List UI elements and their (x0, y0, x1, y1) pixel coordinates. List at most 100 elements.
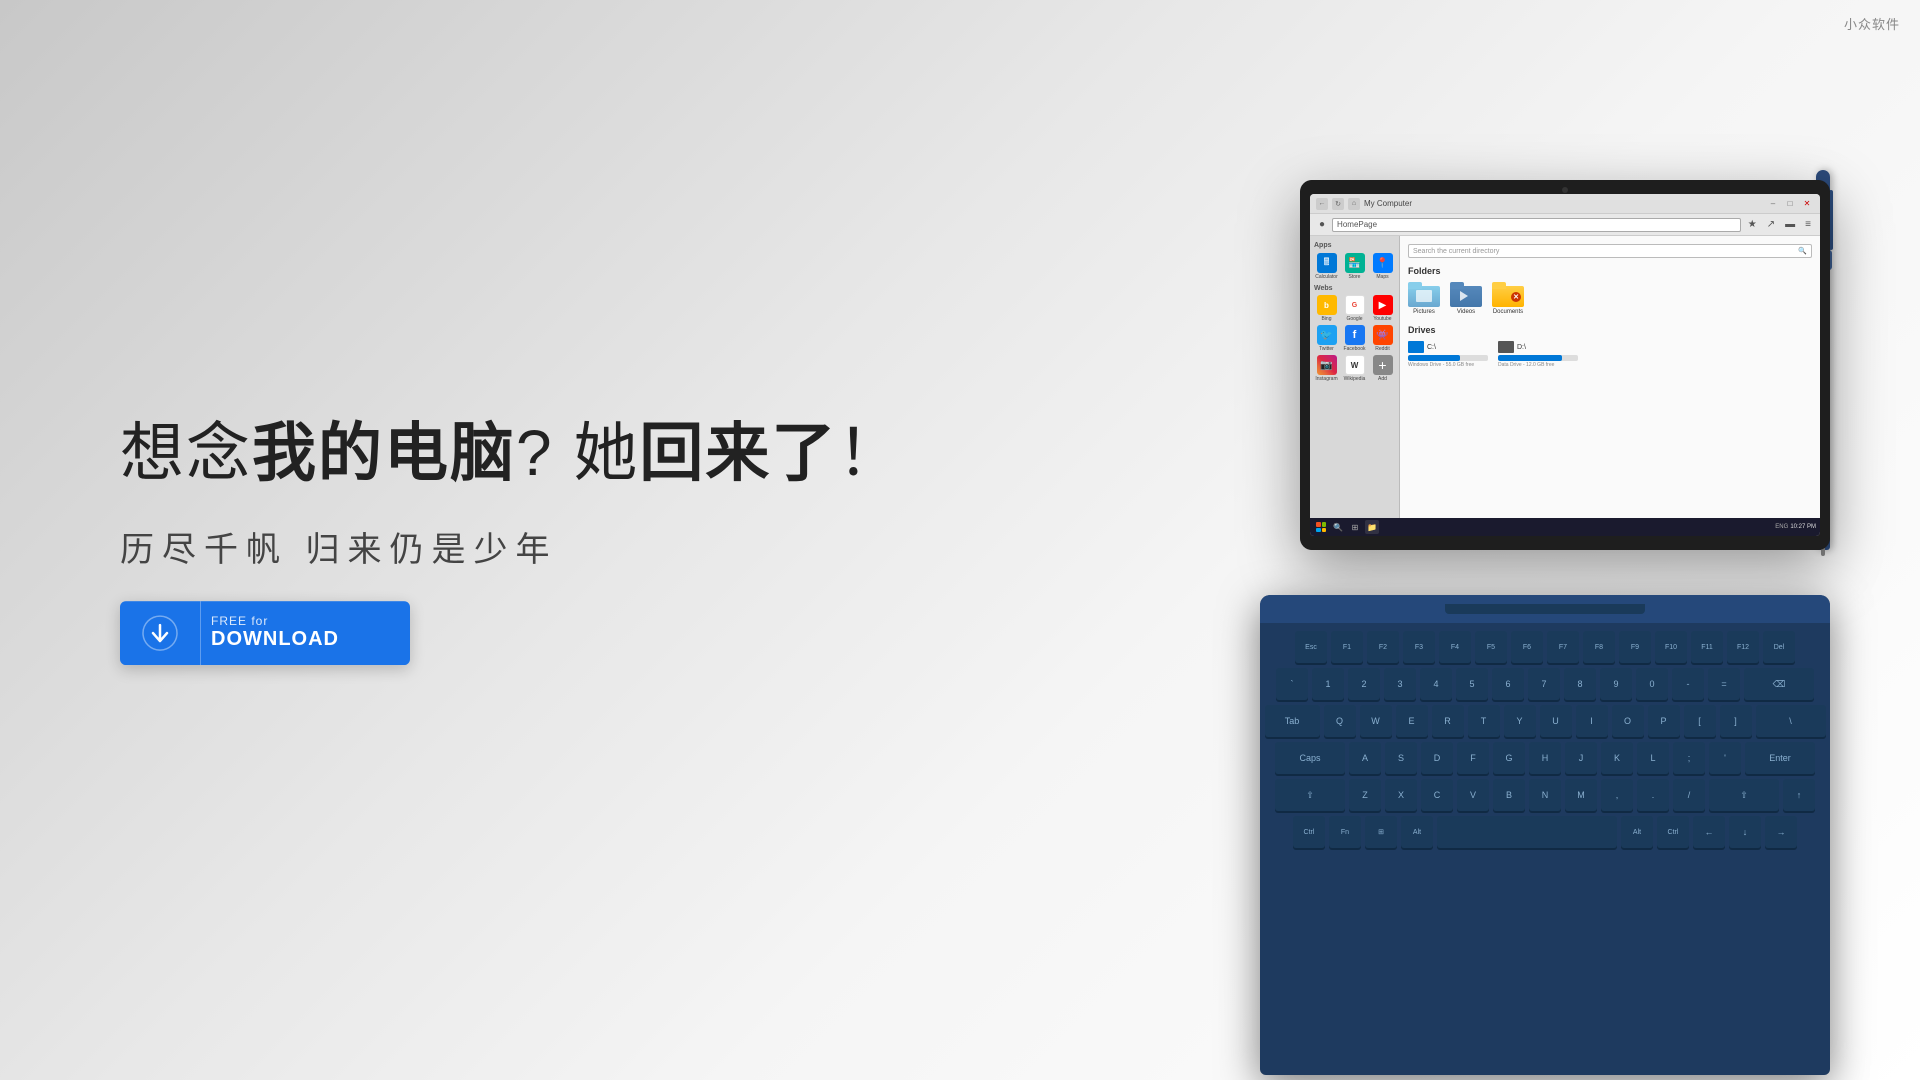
key-d[interactable]: D (1421, 742, 1453, 774)
key-shift-l[interactable]: ⇧ (1275, 779, 1345, 811)
web-twitter[interactable]: 🐦 Twitter (1314, 325, 1339, 352)
key-r[interactable]: R (1432, 705, 1464, 737)
key-del[interactable]: Del (1763, 631, 1795, 663)
key-f8[interactable]: F8 (1583, 631, 1615, 663)
key-g[interactable]: G (1493, 742, 1525, 774)
key-5[interactable]: 5 (1456, 668, 1488, 700)
key-m[interactable]: M (1565, 779, 1597, 811)
key-f3[interactable]: F3 (1403, 631, 1435, 663)
key-1[interactable]: 1 (1312, 668, 1344, 700)
web-google[interactable]: G Google (1342, 295, 1367, 322)
key-e[interactable]: E (1396, 705, 1428, 737)
key-down[interactable]: ↓ (1729, 816, 1761, 848)
key-8[interactable]: 8 (1564, 668, 1596, 700)
key-f9[interactable]: F9 (1619, 631, 1651, 663)
key-4[interactable]: 4 (1420, 668, 1452, 700)
key-0[interactable]: 0 (1636, 668, 1668, 700)
key-minus[interactable]: - (1672, 668, 1704, 700)
key-f6[interactable]: F6 (1511, 631, 1543, 663)
key-shift-r[interactable]: ⇧ (1709, 779, 1779, 811)
key-x[interactable]: X (1385, 779, 1417, 811)
key-alt-r[interactable]: Alt (1621, 816, 1653, 848)
key-period[interactable]: . (1637, 779, 1669, 811)
web-instagram[interactable]: 📷 Instagram (1314, 355, 1339, 382)
drive-c[interactable]: C:\ Windows Drive - 55.0 GB free (1408, 341, 1488, 368)
key-i[interactable]: I (1576, 705, 1608, 737)
key-tab[interactable]: Tab (1265, 705, 1320, 737)
key-alt-l[interactable]: Alt (1401, 816, 1433, 848)
key-equal[interactable]: = (1708, 668, 1740, 700)
key-up[interactable]: ↑ (1783, 779, 1815, 811)
web-facebook[interactable]: f Facebook (1342, 325, 1367, 352)
key-z[interactable]: Z (1349, 779, 1381, 811)
key-backspace[interactable]: ⌫ (1744, 668, 1814, 700)
app-store[interactable]: 🏪 Store (1342, 253, 1367, 280)
key-s[interactable]: S (1385, 742, 1417, 774)
key-f12[interactable]: F12 (1727, 631, 1759, 663)
key-l[interactable]: L (1637, 742, 1669, 774)
key-ctrl-l[interactable]: Ctrl (1293, 816, 1325, 848)
download-button[interactable]: FREE for DOWNLOAD (120, 601, 410, 665)
key-j[interactable]: J (1565, 742, 1597, 774)
key-9[interactable]: 9 (1600, 668, 1632, 700)
key-f5[interactable]: F5 (1475, 631, 1507, 663)
taskbar-task-btn[interactable]: ⊞ (1348, 520, 1362, 534)
win-toolbar-share-icon[interactable]: ↗ (1764, 217, 1778, 232)
key-slash[interactable]: / (1673, 779, 1705, 811)
key-o[interactable]: O (1612, 705, 1644, 737)
key-backtick[interactable]: ` (1276, 668, 1308, 700)
key-3[interactable]: 3 (1384, 668, 1416, 700)
win-search-bar[interactable]: Search the current directory 🔍 (1408, 244, 1812, 258)
web-add[interactable]: + Add (1370, 355, 1395, 382)
key-2[interactable]: 2 (1348, 668, 1380, 700)
taskbar-start-btn[interactable] (1314, 520, 1328, 534)
win-refresh-btn[interactable]: ↻ (1332, 198, 1344, 210)
key-f[interactable]: F (1457, 742, 1489, 774)
win-toolbar-star-icon[interactable]: ★ (1745, 217, 1760, 232)
folder-videos[interactable]: Videos (1450, 282, 1482, 315)
key-quote[interactable]: ' (1709, 742, 1741, 774)
web-youtube[interactable]: ▶ Youtube (1370, 295, 1395, 322)
key-q[interactable]: Q (1324, 705, 1356, 737)
key-backslash[interactable]: \ (1756, 705, 1826, 737)
key-esc[interactable]: Esc (1295, 631, 1327, 663)
key-6[interactable]: 6 (1492, 668, 1524, 700)
key-win[interactable]: ⊞ (1365, 816, 1397, 848)
key-p[interactable]: P (1648, 705, 1680, 737)
key-caps[interactable]: Caps (1275, 742, 1345, 774)
key-f1[interactable]: F1 (1331, 631, 1363, 663)
win-maximize-btn[interactable]: □ (1783, 198, 1797, 210)
key-comma[interactable]: , (1601, 779, 1633, 811)
drive-d[interactable]: D:\ Data Drive - 12.0 GB free (1498, 341, 1578, 368)
key-c[interactable]: C (1421, 779, 1453, 811)
key-7[interactable]: 7 (1528, 668, 1560, 700)
win-toolbar-tab-icon[interactable]: ▬ (1782, 217, 1798, 232)
key-fn-key[interactable]: Fn (1329, 816, 1361, 848)
key-lbracket[interactable]: [ (1684, 705, 1716, 737)
web-reddit[interactable]: 👾 Reddit (1370, 325, 1395, 352)
key-b[interactable]: B (1493, 779, 1525, 811)
key-w[interactable]: W (1360, 705, 1392, 737)
key-space[interactable] (1437, 816, 1617, 848)
web-bing[interactable]: b Bing (1314, 295, 1339, 322)
win-toolbar-menu-icon[interactable]: ≡ (1802, 217, 1814, 232)
key-f11[interactable]: F11 (1691, 631, 1723, 663)
key-ctrl-r[interactable]: Ctrl (1657, 816, 1689, 848)
key-f2[interactable]: F2 (1367, 631, 1399, 663)
taskbar-app-btn[interactable]: 📁 (1365, 520, 1379, 534)
app-calculator[interactable]: 🖩 Calculator (1314, 253, 1339, 280)
win-minimize-btn[interactable]: – (1766, 198, 1780, 210)
key-n[interactable]: N (1529, 779, 1561, 811)
taskbar-search-btn[interactable]: 🔍 (1331, 520, 1345, 534)
key-right[interactable]: → (1765, 816, 1797, 848)
folder-documents[interactable]: ✕ Documents (1492, 282, 1524, 315)
key-semicolon[interactable]: ; (1673, 742, 1705, 774)
key-h[interactable]: H (1529, 742, 1561, 774)
key-k[interactable]: K (1601, 742, 1633, 774)
folder-pictures[interactable]: Pictures (1408, 282, 1440, 315)
key-u[interactable]: U (1540, 705, 1572, 737)
key-f7[interactable]: F7 (1547, 631, 1579, 663)
key-t[interactable]: T (1468, 705, 1500, 737)
win-home-btn[interactable]: ⌂ (1348, 198, 1360, 210)
key-f4[interactable]: F4 (1439, 631, 1471, 663)
